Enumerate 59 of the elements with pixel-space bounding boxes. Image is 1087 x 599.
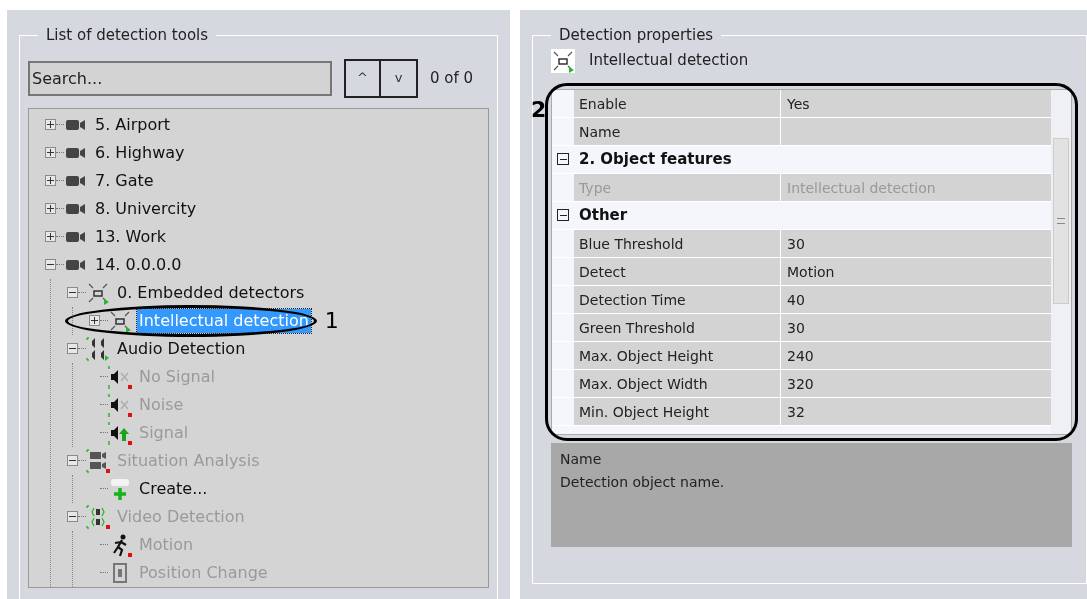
property-name: Detect [574, 257, 781, 285]
expander-toggle[interactable] [45, 203, 56, 214]
property-value[interactable]: Yes [781, 89, 1051, 117]
match-count: 0 of 0 [430, 67, 474, 89]
property-name: Max. Object Height [574, 341, 781, 369]
expander-toggle[interactable] [45, 259, 56, 270]
property-value[interactable]: 30 [781, 229, 1051, 257]
properties-header: Intellectual detection [589, 50, 749, 72]
property-value[interactable]: 240 [781, 341, 1051, 369]
tree-item[interactable]: 13. Work [93, 224, 169, 249]
tree-item[interactable]: 0. Embedded detectors [115, 280, 307, 305]
tree-item[interactable]: 6. Highway [93, 140, 187, 165]
tree-item[interactable]: 8. Univercity [93, 196, 199, 221]
group-label: 2. Object features [578, 148, 733, 170]
expander-toggle[interactable] [45, 175, 56, 186]
tree-item[interactable]: 7. Gate [93, 168, 156, 193]
speaker-icon [108, 392, 132, 417]
property-value[interactable]: 32 [781, 397, 1051, 425]
property-name: Name [574, 117, 781, 145]
collapse-toggle[interactable] [557, 153, 569, 165]
search-field[interactable]: Search... [28, 60, 332, 96]
panel-title: Detection properties [558, 25, 715, 46]
description-title: Name [560, 449, 603, 469]
expander-toggle[interactable] [67, 343, 78, 354]
tree-item[interactable]: 5. Airport [93, 112, 173, 137]
speaker-icon [108, 364, 132, 389]
expander-toggle[interactable] [45, 231, 56, 242]
property-name: Green Threshold [574, 313, 781, 341]
callout-number: 2 [531, 95, 547, 124]
property-value[interactable]: 320 [781, 369, 1051, 397]
panel-title: List of detection tools [45, 25, 210, 46]
group-label: Other [578, 204, 629, 226]
property-name: Enable [574, 89, 781, 117]
property-value[interactable]: Motion [781, 257, 1051, 285]
property-name: Detection Time [574, 285, 781, 313]
detector-icon [86, 504, 110, 529]
add-icon [108, 476, 132, 501]
callout-number: 1 [324, 307, 339, 335]
scrollbar[interactable] [1051, 89, 1071, 434]
speaker-arrow-icon [108, 420, 132, 445]
property-name: Blue Threshold [574, 229, 781, 257]
next-button[interactable]: v [381, 60, 416, 96]
cameras-icon [86, 448, 110, 473]
description-text: Detection object name. [560, 472, 726, 492]
collapse-toggle[interactable] [557, 209, 569, 221]
property-value[interactable]: 40 [781, 285, 1051, 313]
property-name: Type [574, 173, 781, 201]
expander-toggle[interactable] [45, 119, 56, 130]
speakers-icon [86, 336, 110, 361]
previous-button[interactable]: ^ [346, 60, 381, 96]
expander-toggle[interactable] [89, 315, 100, 326]
expander-toggle[interactable] [45, 147, 56, 158]
expander-toggle[interactable] [67, 287, 78, 298]
property-name: Min. Object Height [574, 397, 781, 425]
property-value[interactable]: 30 [781, 313, 1051, 341]
tree-item[interactable]: 14. 0.0.0.0 [93, 252, 184, 277]
property-name: Max. Object Width [574, 369, 781, 397]
tree-item[interactable]: Audio Detection [115, 336, 248, 361]
detector-icon [113, 562, 127, 583]
